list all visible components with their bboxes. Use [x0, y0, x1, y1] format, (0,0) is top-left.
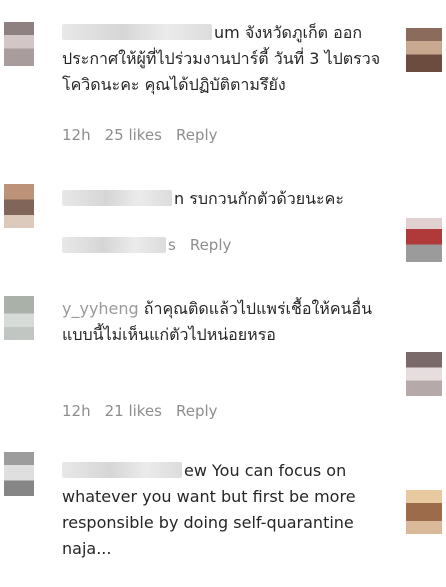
- blurred-meta: [62, 237, 166, 253]
- avatar[interactable]: [4, 452, 34, 496]
- comment-body: um จังหวัดภูเก็ต ออกประกาศให้ผู้ที่ไปร่ว…: [62, 20, 390, 98]
- reply-button[interactable]: Reply: [190, 236, 232, 254]
- comment-meta: s Reply: [62, 236, 231, 254]
- right-thumbnail: [406, 490, 442, 534]
- username[interactable]: um: [214, 23, 240, 42]
- avatar[interactable]: [4, 184, 34, 228]
- username[interactable]: y_yyheng: [62, 299, 139, 318]
- blurred-username: [62, 462, 182, 478]
- username[interactable]: n: [174, 189, 184, 208]
- blurred-username: [62, 190, 172, 206]
- likes-count[interactable]: 25 likes: [105, 126, 162, 144]
- comment-meta: 12h 25 likes Reply: [62, 126, 218, 144]
- likes-count[interactable]: 21 likes: [105, 402, 162, 420]
- reply-button[interactable]: Reply: [176, 126, 218, 144]
- username[interactable]: ew: [184, 461, 207, 480]
- comment-time: 12h: [62, 402, 91, 420]
- right-thumbnail: [406, 352, 442, 396]
- comment-meta: 12h 21 likes Reply: [62, 402, 218, 420]
- blurred-username: [62, 24, 212, 40]
- comment-text: รบกวนกักตัวด้วยนะคะ: [189, 189, 344, 208]
- right-thumbnail: [406, 28, 442, 72]
- right-thumbnail: [406, 218, 442, 262]
- avatar[interactable]: [4, 296, 34, 340]
- comment-body: n รบกวนกักตัวด้วยนะคะ: [62, 186, 390, 212]
- comment-body: ew You can focus on whatever you want bu…: [62, 458, 390, 562]
- comment-time: 12h: [62, 126, 91, 144]
- likes-count[interactable]: s: [168, 236, 176, 254]
- avatar[interactable]: [4, 22, 34, 66]
- comment-body: y_yyheng ถ้าคุณติดแล้วไปแพร่เชื้อให้คนอื…: [62, 296, 390, 348]
- reply-button[interactable]: Reply: [176, 402, 218, 420]
